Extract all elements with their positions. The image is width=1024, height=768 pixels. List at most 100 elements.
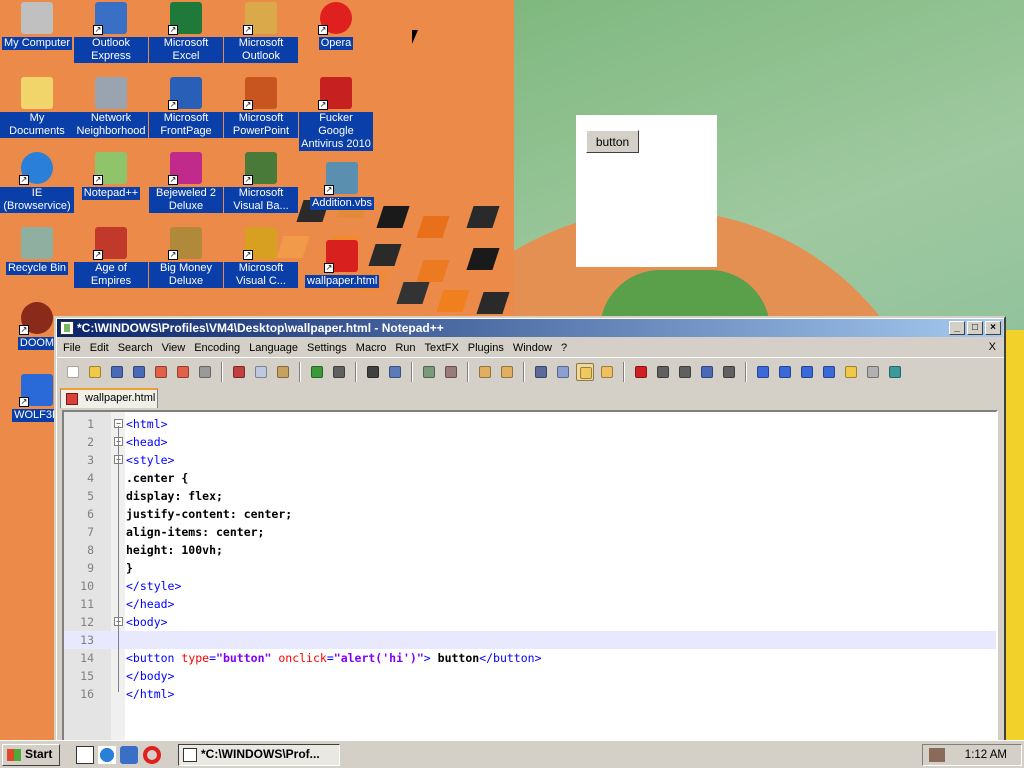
move-down-icon[interactable]	[798, 363, 816, 381]
zoom-out-icon[interactable]	[442, 363, 460, 381]
menu-file[interactable]: File	[60, 342, 87, 354]
menu-run[interactable]: Run	[392, 342, 421, 354]
desktop-icon-notepad-plus-plus[interactable]: ↗ Notepad++	[74, 150, 148, 200]
desktop-icon-folder[interactable]: My Documents	[0, 75, 74, 138]
taskbar-button-notepad[interactable]: *C:\WINDOWS\Prof...	[178, 744, 340, 766]
notepad-plus-plus-icon[interactable]	[60, 321, 74, 335]
menu-help[interactable]: ?	[558, 342, 573, 354]
internet-explorer-icon[interactable]	[98, 746, 116, 764]
code-line[interactable]: 13	[64, 631, 996, 649]
maximize-button[interactable]: □	[967, 321, 983, 335]
desktop-icon-vbs-script[interactable]: ↗ Addition.vbs	[305, 160, 379, 210]
desktop-icon-powerpoint[interactable]: ↗ Microsoft PowerPoint	[224, 75, 298, 138]
code-line[interactable]: 4 .center {	[64, 469, 996, 487]
desktop-icon-bejeweled[interactable]: ↗ Bejeweled 2 Deluxe	[149, 150, 223, 213]
opera-icon[interactable]	[143, 746, 161, 764]
collapse-icon[interactable]	[754, 363, 772, 381]
new-file-icon[interactable]	[64, 363, 82, 381]
menu-language[interactable]: Language	[246, 342, 304, 354]
desktop-icon-big-money[interactable]: ↗ Big Money Deluxe	[149, 225, 223, 288]
desktop-icon-recycle-bin[interactable]: Recycle Bin	[0, 225, 74, 275]
menu-window[interactable]: Window	[510, 342, 558, 354]
code-line[interactable]: 1− <html>	[64, 415, 996, 433]
close-all-icon[interactable]	[174, 363, 192, 381]
window-titlebar[interactable]: *C:\WINDOWS\Profiles\VM4\Desktop\wallpap…	[57, 319, 1003, 337]
menu-encoding[interactable]: Encoding	[191, 342, 246, 354]
folder-icon[interactable]	[842, 363, 860, 381]
desktop-icon-html-file[interactable]: ↗ wallpaper.html	[305, 238, 379, 288]
desktop-icon-computer[interactable]: My Computer	[0, 0, 74, 50]
menu-textfx[interactable]: TextFX	[422, 342, 465, 354]
code-line[interactable]: 11 </head>	[64, 595, 996, 613]
menu-edit[interactable]: Edit	[87, 342, 115, 354]
code-line[interactable]: 7 align-items: center;	[64, 523, 996, 541]
desktop-icon-frontpage[interactable]: ↗ Microsoft FrontPage	[149, 75, 223, 138]
outlook-express-icon[interactable]	[120, 746, 138, 764]
code-line[interactable]: 5 display: flex;	[64, 487, 996, 505]
menu-plugins[interactable]: Plugins	[465, 342, 510, 354]
code-line[interactable]: 3−<style>	[64, 451, 996, 469]
open-file-icon[interactable]	[86, 363, 104, 381]
spell-check-icon[interactable]	[886, 363, 904, 381]
desktop-icon-outlook[interactable]: ↗ Microsoft Outlook	[224, 0, 298, 63]
word-wrap-icon[interactable]	[532, 363, 550, 381]
show-all-chars-icon[interactable]	[554, 363, 572, 381]
code-line[interactable]: 12−<body>	[64, 613, 996, 631]
record-macro-icon[interactable]	[632, 363, 650, 381]
desktop-icon-age-of-empires[interactable]: ↗ Age of Empires	[74, 225, 148, 288]
user-language-icon[interactable]	[598, 363, 616, 381]
code-line[interactable]: 9}	[64, 559, 996, 577]
code-line[interactable]: 16 </html>	[64, 685, 996, 703]
desktop-icon-excel[interactable]: ↗ Microsoft Excel	[149, 0, 223, 63]
code-line[interactable]: 6 justify-content: center;	[64, 505, 996, 523]
cut-icon[interactable]	[230, 363, 248, 381]
menu-view[interactable]: View	[159, 342, 192, 354]
move-up-icon[interactable]	[776, 363, 794, 381]
undo-icon[interactable]	[308, 363, 326, 381]
code-line[interactable]: 14 <button type="button" onclick="alert('…	[64, 649, 996, 667]
copy-icon[interactable]	[252, 363, 270, 381]
desktop-icon-network[interactable]: Network Neighborhood	[74, 75, 148, 138]
stop-macro-icon[interactable]	[654, 363, 672, 381]
close-file-icon[interactable]	[152, 363, 170, 381]
start-button[interactable]: Start	[2, 744, 60, 766]
code-editor[interactable]: 1−<html>2−<head>3−<style> 4 .center {5 disp…	[62, 410, 998, 742]
expand-icon[interactable]	[820, 363, 838, 381]
launch-icon[interactable]	[864, 363, 882, 381]
menu-settings[interactable]: Settings	[304, 342, 353, 354]
zoom-in-icon[interactable]	[420, 363, 438, 381]
minimize-button[interactable]: _	[949, 321, 965, 335]
scheduler-icon[interactable]	[929, 748, 945, 762]
indent-guide-icon[interactable]	[576, 362, 594, 381]
save-all-icon[interactable]	[130, 363, 148, 381]
close-document-button[interactable]: X	[989, 341, 996, 353]
desktop-icon-visual-basic[interactable]: ↗ Microsoft Visual Ba...	[224, 150, 298, 213]
code-line[interactable]: 2−<head>	[64, 433, 996, 451]
desktop-icon-antivirus[interactable]: ↗ Fucker Google Antivirus 2010	[299, 75, 373, 151]
clock[interactable]: 1:12 AM	[965, 745, 1007, 765]
sync-horizontal-icon[interactable]	[498, 363, 516, 381]
close-button[interactable]: ×	[985, 321, 1001, 335]
find-icon[interactable]	[364, 363, 382, 381]
code-line[interactable]: 10 </style>	[64, 577, 996, 595]
show-desktop-icon[interactable]	[76, 746, 94, 764]
tab-wallpaper-html[interactable]: wallpaper.html	[60, 388, 158, 408]
code-line[interactable]: 8 height: 100vh;	[64, 541, 996, 559]
save-icon[interactable]	[108, 363, 126, 381]
replace-icon[interactable]	[386, 363, 404, 381]
menu-macro[interactable]: Macro	[353, 342, 393, 354]
paste-icon[interactable]	[274, 363, 292, 381]
save-macro-icon[interactable]	[720, 363, 738, 381]
desktop-icon-opera[interactable]: ↗ Opera	[299, 0, 373, 50]
menu-search[interactable]: Search	[115, 342, 159, 354]
code-line[interactable]: 15 </body>	[64, 667, 996, 685]
redo-icon[interactable]	[330, 363, 348, 381]
preview-button[interactable]: button	[586, 130, 639, 153]
print-icon[interactable]	[196, 363, 214, 381]
desktop-icon-outlook-express[interactable]: ↗ Outlook Express	[74, 0, 148, 63]
sync-vertical-icon[interactable]	[476, 363, 494, 381]
run-macro-multiple-icon[interactable]	[698, 363, 716, 381]
desktop-icon-visual-c[interactable]: ↗ Microsoft Visual C...	[224, 225, 298, 288]
play-macro-icon[interactable]	[676, 363, 694, 381]
desktop-icon-internet-explorer[interactable]: ↗ IE (Browservice)	[0, 150, 74, 213]
